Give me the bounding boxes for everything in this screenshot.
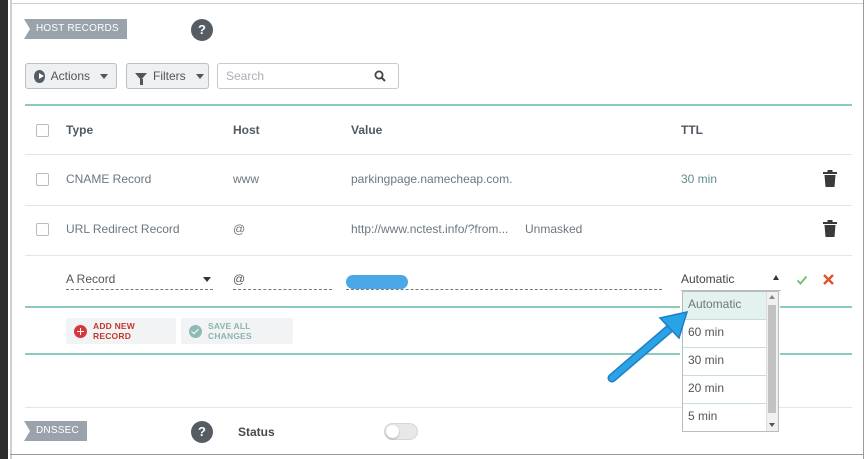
column-header-value[interactable]: Value	[351, 123, 382, 137]
help-icon[interactable]: ?	[191, 19, 213, 41]
redirect-mode[interactable]: Unmasked	[525, 222, 582, 236]
frame-bottom-border	[10, 454, 864, 455]
trash-icon[interactable]	[823, 220, 837, 237]
record-type-value: A Record	[66, 272, 116, 286]
row-checkbox[interactable]	[36, 223, 49, 236]
chevron-down-icon	[203, 277, 211, 282]
frame-right-border	[863, 0, 864, 459]
host-input-value: @	[233, 272, 246, 286]
frame-left-bar	[0, 0, 8, 459]
search-icon[interactable]	[374, 70, 386, 82]
host-input[interactable]: @	[233, 272, 332, 290]
table-top-border	[25, 104, 852, 106]
filters-button[interactable]: Filters	[126, 63, 209, 89]
frame-left-divider	[10, 0, 12, 459]
record-host[interactable]: @	[233, 222, 245, 236]
row-divider	[25, 205, 852, 206]
record-type[interactable]: CNAME Record	[66, 172, 151, 186]
help-icon[interactable]: ?	[191, 421, 213, 443]
row-checkbox[interactable]	[36, 173, 49, 186]
redacted-value	[346, 275, 408, 289]
record-type[interactable]: URL Redirect Record	[66, 222, 180, 236]
annotation-arrow-icon	[607, 310, 689, 383]
record-type-select[interactable]: A Record	[66, 272, 213, 290]
plus-icon	[74, 324, 87, 338]
dnssec-status-toggle[interactable]	[384, 423, 418, 440]
record-value[interactable]: parkingpage.namecheap.com.	[351, 172, 512, 186]
filters-label: Filters	[153, 69, 186, 83]
actions-label: Actions	[50, 69, 90, 83]
search-input[interactable]	[226, 69, 366, 83]
dnssec-status-label: Status	[238, 425, 275, 439]
scroll-down-icon[interactable]	[769, 423, 775, 427]
scrollbar-thumb[interactable]	[768, 305, 776, 413]
row-divider	[25, 255, 852, 256]
header-divider	[25, 154, 852, 155]
window-frame: HOST RECORDS ? Actions Filters Type Host…	[0, 0, 868, 459]
table-bottom-border-right	[780, 353, 852, 355]
add-new-record-button[interactable]: ADD NEW RECORD	[66, 318, 176, 344]
save-all-changes-label: SAVE ALL CHANGES	[208, 321, 252, 341]
host-records-tag: HOST RECORDS	[24, 19, 127, 39]
edit-row-bottom-border	[25, 306, 680, 308]
record-host[interactable]: www	[233, 172, 259, 186]
trash-icon[interactable]	[823, 170, 837, 187]
play-icon	[34, 69, 45, 83]
save-check-icon	[189, 324, 202, 338]
ttl-select[interactable]: Automatic	[681, 272, 781, 291]
dnssec-tag: DNSSEC	[24, 421, 87, 441]
select-all-checkbox[interactable]	[36, 124, 49, 137]
record-ttl[interactable]: 30 min	[681, 172, 717, 186]
ttl-select-value: Automatic	[681, 272, 735, 286]
search-box	[217, 63, 399, 89]
column-header-type[interactable]: Type	[66, 123, 93, 137]
dropdown-scrollbar[interactable]	[766, 292, 778, 431]
table-bottom-border	[25, 353, 680, 355]
funnel-icon	[135, 72, 147, 85]
chevron-down-icon	[100, 73, 108, 79]
close-icon[interactable]	[822, 273, 835, 286]
chevron-up-icon	[773, 275, 779, 280]
edit-row-bottom-border-right	[780, 306, 852, 308]
frame-top-border	[10, 3, 864, 4]
scroll-up-icon[interactable]	[769, 295, 775, 299]
column-header-ttl[interactable]: TTL	[681, 123, 703, 137]
check-icon[interactable]	[796, 274, 808, 286]
chevron-down-icon	[195, 73, 204, 79]
column-header-host[interactable]: Host	[233, 123, 260, 137]
ttl-option-5-min[interactable]: 5 min	[683, 404, 767, 431]
actions-button[interactable]: Actions	[25, 63, 117, 89]
add-new-record-label: ADD NEW RECORD	[93, 321, 136, 341]
save-all-changes-button[interactable]: SAVE ALL CHANGES	[181, 318, 293, 344]
record-value[interactable]: http://www.nctest.info/?from...	[351, 222, 508, 236]
